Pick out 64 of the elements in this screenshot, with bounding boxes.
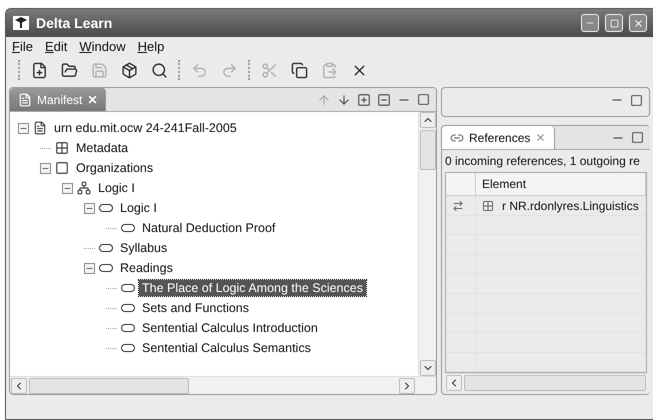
horizontal-scrollbar[interactable] <box>10 376 436 394</box>
tree-item[interactable]: Sentential Calculus Semantics <box>139 340 314 356</box>
collapse-toggle[interactable] <box>84 262 95 274</box>
tree-item[interactable]: Logic I <box>95 180 138 196</box>
references-tab[interactable]: References <box>442 126 556 149</box>
square-icon <box>55 161 69 175</box>
scroll-up-button[interactable] <box>420 112 436 128</box>
collapse-toggle[interactable] <box>84 202 95 214</box>
item-icon <box>121 324 135 332</box>
minimize-button[interactable] <box>581 14 599 32</box>
tree-item[interactable]: Organizations <box>73 160 156 176</box>
item-icon <box>121 344 135 352</box>
menu-item[interactable]: Help <box>138 39 164 53</box>
tree-item[interactable]: Natural Deduction Proof <box>139 220 278 236</box>
metadata-icon <box>55 141 69 155</box>
horizontal-scrollbar[interactable] <box>445 373 647 391</box>
tree-item[interactable]: Syllabus <box>117 240 170 256</box>
tree-item[interactable]: Metadata <box>73 140 132 156</box>
maximize-icon <box>610 18 618 28</box>
item-icon <box>121 304 135 312</box>
maximize-button[interactable] <box>605 14 623 32</box>
hierarchy-icon <box>77 181 91 195</box>
window-title: Delta Learn <box>36 15 114 31</box>
document-icon <box>18 92 32 106</box>
collapse-toggle[interactable] <box>62 182 73 194</box>
maximize-icon[interactable] <box>417 93 430 106</box>
maximize-icon[interactable] <box>631 131 644 144</box>
app-icon <box>12 15 30 31</box>
tree-item[interactable]: Logic I <box>117 200 160 216</box>
vertical-scrollbar[interactable] <box>418 112 436 376</box>
menu-item[interactable]: File <box>12 39 33 53</box>
table-cell: r NR.rdonlyres.Linguistics <box>502 198 639 213</box>
item-icon <box>99 244 113 252</box>
file-icon <box>33 121 47 135</box>
scroll-thumb[interactable] <box>420 130 436 170</box>
tree-item[interactable]: Sentential Calculus Introduction <box>139 320 321 336</box>
scroll-thumb[interactable] <box>464 374 646 390</box>
tree-item[interactable]: Sets and Functions <box>139 300 252 316</box>
item-icon <box>99 264 113 272</box>
menu-item[interactable]: Window <box>79 39 126 53</box>
tree-item[interactable]: Readings <box>117 260 176 276</box>
resource-icon <box>482 200 494 212</box>
scroll-right-button[interactable] <box>399 378 415 394</box>
tree-item[interactable]: urn edu.mit.ocw 24-241Fall-2005 <box>51 120 240 136</box>
collapse-toggle[interactable] <box>40 162 51 174</box>
manifest-tab[interactable]: Manifest ✕ <box>10 88 106 111</box>
move-down-icon[interactable] <box>337 92 351 106</box>
maximize-icon[interactable] <box>630 94 643 106</box>
reference-icon <box>452 200 464 212</box>
scroll-left-button[interactable] <box>11 378 27 394</box>
tree-item[interactable]: The Place of Logic Among the Sciences <box>139 280 366 296</box>
item-icon <box>99 204 113 212</box>
close-icon[interactable] <box>535 132 546 143</box>
collapse-all-icon[interactable] <box>377 92 391 106</box>
scroll-down-button[interactable] <box>420 360 436 376</box>
close-icon <box>632 18 644 28</box>
scroll-thumb[interactable] <box>29 378 189 394</box>
collapse-toggle[interactable] <box>18 122 29 134</box>
close-button[interactable] <box>629 14 647 32</box>
item-icon <box>121 284 135 292</box>
expand-all-icon[interactable] <box>357 92 371 106</box>
menu-item[interactable]: Edit <box>44 39 68 53</box>
item-icon <box>121 224 135 232</box>
scroll-left-button[interactable] <box>446 374 462 390</box>
